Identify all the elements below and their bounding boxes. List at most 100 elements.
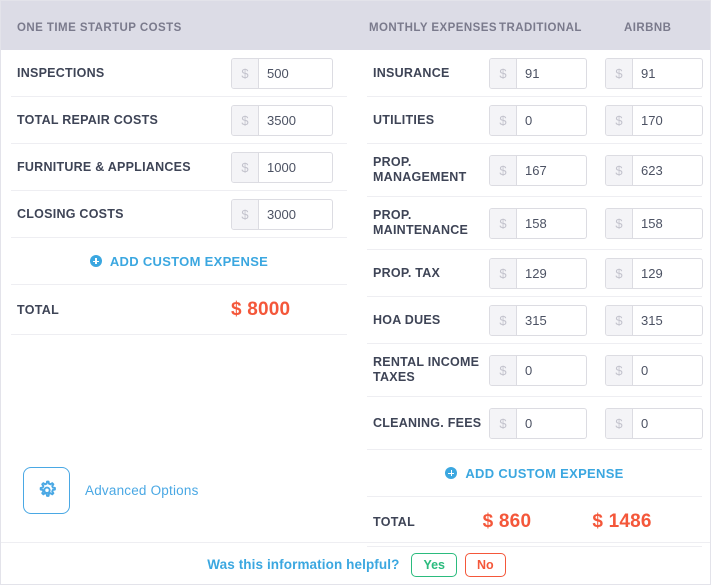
table-row: INSURANCE $ $ [367,50,702,97]
column-header-airbnb: AIRBNB [624,22,671,34]
monthly-rental-income-taxes-traditional-input[interactable] [517,356,586,385]
row-label: TOTAL REPAIR COSTS [11,113,231,128]
monthly-cleaning-fees-airbnb-input-group[interactable]: $ [605,408,703,439]
monthly-total-row: TOTAL $ 860 $ 1486 [367,497,702,547]
currency-icon: $ [606,356,633,385]
field-slot-airbnb: $ [605,408,711,439]
monthly-insurance-traditional-input-group[interactable]: $ [489,58,587,89]
monthly-hoa-dues-airbnb-input-group[interactable]: $ [605,305,703,336]
monthly-insurance-airbnb-input-group[interactable]: $ [605,58,703,89]
row-label: UTILITIES [367,113,489,128]
column-header-traditional: TRADITIONAL [499,22,582,34]
monthly-insurance-airbnb-input[interactable] [633,59,702,88]
monthly-hoa-dues-airbnb-input[interactable] [633,306,702,335]
startup-furniture-appliances-input[interactable] [259,153,332,182]
currency-icon: $ [232,153,259,182]
gear-icon[interactable] [23,467,70,514]
field-slot-traditional: $ [489,105,605,136]
currency-icon: $ [232,106,259,135]
monthly-hoa-dues-traditional-input[interactable] [517,306,586,335]
table-row: UTILITIES $ $ [367,97,702,144]
monthly-prop-maintenance-airbnb-input-group[interactable]: $ [605,208,703,239]
monthly-prop-maintenance-traditional-input-group[interactable]: $ [489,208,587,239]
monthly-utilities-traditional-input-group[interactable]: $ [489,105,587,136]
monthly-hoa-dues-traditional-input-group[interactable]: $ [489,305,587,336]
monthly-utilities-airbnb-input[interactable] [633,106,702,135]
currency-icon: $ [490,409,517,438]
row-label: RENTAL INCOME TAXES [367,355,489,385]
startup-total-row: TOTAL $ 8000 [11,285,347,335]
add-custom-startup-expense-button[interactable]: ADD CUSTOM EXPENSE [11,238,347,285]
currency-icon: $ [490,209,517,238]
row-label: FURNITURE & APPLIANCES [11,160,231,175]
feedback-yes-button[interactable]: Yes [411,553,457,577]
monthly-rental-income-taxes-airbnb-input[interactable] [633,356,702,385]
monthly-total-airbnb-value: $ 1486 [592,511,702,533]
currency-icon: $ [606,106,633,135]
startup-total-value: $ 8000 [231,299,341,321]
table-row: CLEANING. FEES $ $ [367,397,702,450]
startup-inspections-input-group[interactable]: $ [231,58,333,89]
plus-circle-icon [445,467,457,479]
startup-furniture-appliances-input-group[interactable]: $ [231,152,333,183]
currency-icon: $ [232,59,259,88]
currency-icon: $ [606,156,633,185]
startup-inspections-input[interactable] [259,59,332,88]
table-row: FURNITURE & APPLIANCES $ [11,144,347,191]
field-slot-airbnb: $ [605,58,711,89]
monthly-prop-management-traditional-input[interactable] [517,156,586,185]
monthly-cleaning-fees-airbnb-input[interactable] [633,409,702,438]
row-label: HOA DUES [367,313,489,328]
row-label: INSPECTIONS [11,66,231,81]
monthly-utilities-traditional-input[interactable] [517,106,586,135]
monthly-rental-income-taxes-traditional-input-group[interactable]: $ [489,355,587,386]
monthly-prop-management-airbnb-input-group[interactable]: $ [605,155,703,186]
table-header-bar: ONE TIME STARTUP COSTS MONTHLY EXPENSES … [1,1,711,50]
currency-icon: $ [606,259,633,288]
field-slot-airbnb: $ [605,155,711,186]
feedback-footer: Was this information helpful? Yes No [1,542,711,585]
currency-icon: $ [606,409,633,438]
monthly-prop-management-traditional-input-group[interactable]: $ [489,155,587,186]
monthly-prop-tax-airbnb-input[interactable] [633,259,702,288]
field-slot-airbnb: $ [605,208,711,239]
startup-repair-costs-input-group[interactable]: $ [231,105,333,136]
currency-icon: $ [490,156,517,185]
table-row: HOA DUES $ $ [367,297,702,344]
monthly-utilities-airbnb-input-group[interactable]: $ [605,105,703,136]
monthly-rental-income-taxes-airbnb-input-group[interactable]: $ [605,355,703,386]
currency-icon: $ [490,306,517,335]
advanced-options-button[interactable]: Advanced Options [23,467,199,514]
feedback-no-button[interactable]: No [465,553,506,577]
table-row: PROP. MANAGEMENT $ $ [367,144,702,197]
startup-closing-costs-input-group[interactable]: $ [231,199,333,230]
field-slot-traditional: $ [489,305,605,336]
monthly-prop-maintenance-airbnb-input[interactable] [633,209,702,238]
row-label: PROP. TAX [367,266,489,281]
startup-repair-costs-input[interactable] [259,106,332,135]
monthly-prop-tax-traditional-input-group[interactable]: $ [489,258,587,289]
row-label: PROP. MANAGEMENT [367,155,489,185]
currency-icon: $ [606,59,633,88]
add-custom-monthly-expense-label: ADD CUSTOM EXPENSE [465,466,623,481]
currency-icon: $ [606,306,633,335]
table-row: PROP. MAINTENANCE $ $ [367,197,702,250]
monthly-expenses-column: INSURANCE $ $ UTILITIES $ [357,50,711,585]
monthly-cleaning-fees-traditional-input[interactable] [517,409,586,438]
monthly-cleaning-fees-traditional-input-group[interactable]: $ [489,408,587,439]
startup-closing-costs-input[interactable] [259,200,332,229]
monthly-prop-tax-traditional-input[interactable] [517,259,586,288]
currency-icon: $ [490,356,517,385]
monthly-prop-management-airbnb-input[interactable] [633,156,702,185]
add-custom-monthly-expense-button[interactable]: ADD CUSTOM EXPENSE [367,450,702,497]
monthly-total-traditional-value: $ 860 [483,511,593,533]
table-row: TOTAL REPAIR COSTS $ [11,97,347,144]
monthly-prop-tax-airbnb-input-group[interactable]: $ [605,258,703,289]
monthly-prop-maintenance-traditional-input[interactable] [517,209,586,238]
currency-icon: $ [490,259,517,288]
plus-circle-icon [90,255,102,267]
expense-calculator-card: ONE TIME STARTUP COSTS MONTHLY EXPENSES … [0,0,711,585]
column-header-monthly-expenses: MONTHLY EXPENSES [369,22,497,34]
field-slot: $ [231,199,333,230]
monthly-insurance-traditional-input[interactable] [517,59,586,88]
